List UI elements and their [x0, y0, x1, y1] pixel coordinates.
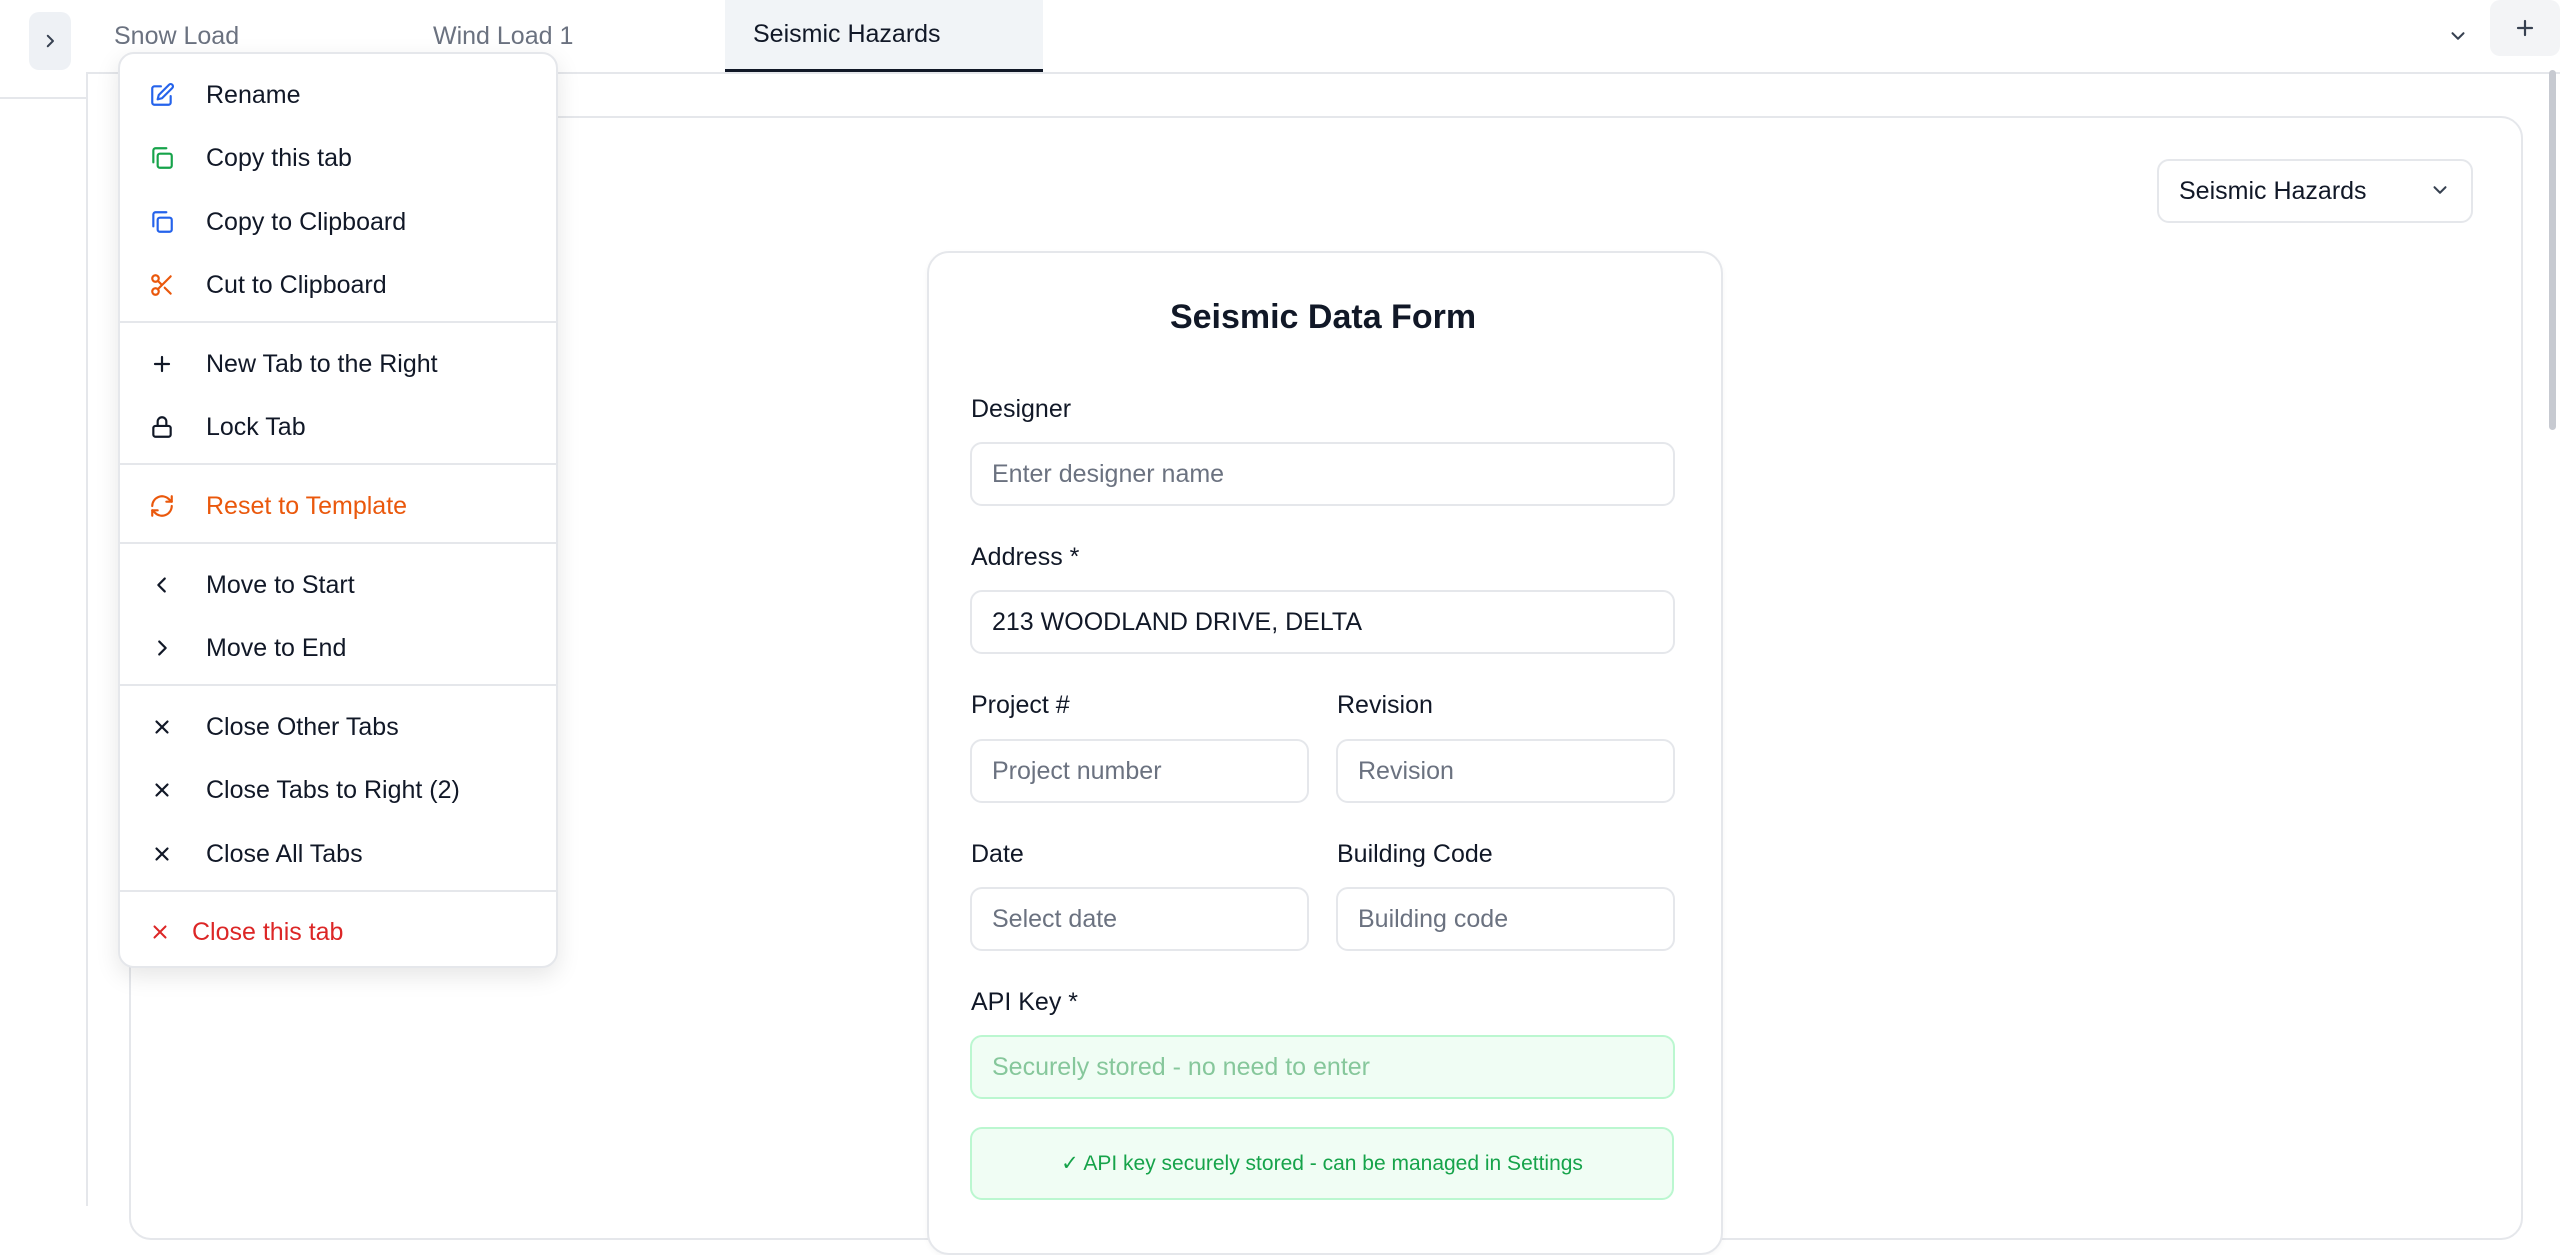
api-key-input[interactable]: Securely stored - no need to enter [970, 1035, 1675, 1099]
building-code-label: Building Code [1337, 840, 1493, 868]
api-key-placeholder: Securely stored - no need to enter [992, 1052, 1371, 1081]
add-tab-button[interactable] [2490, 0, 2560, 56]
project-number-label: Project # [971, 691, 1070, 719]
tab-context-menu: Rename Copy this tab Copy to Clipboard C… [118, 52, 558, 968]
plus-icon [148, 350, 176, 378]
refresh-icon [148, 492, 176, 520]
date-picker[interactable]: Select date [970, 887, 1309, 951]
menu-item-close-all-tabs[interactable]: Close All Tabs [120, 825, 556, 883]
revision-label: Revision [1337, 691, 1433, 719]
tab-label: Seismic Hazards [753, 20, 941, 48]
menu-item-label: Close this tab [192, 917, 344, 946]
menu-divider [120, 684, 556, 686]
menu-divider [120, 463, 556, 465]
tabs-overflow-button[interactable] [2440, 18, 2476, 54]
menu-item-move-end[interactable]: Move to End [120, 619, 556, 677]
designer-input[interactable]: Enter designer name [970, 442, 1675, 506]
chevron-down-icon [2447, 25, 2469, 47]
menu-item-label: Copy to Clipboard [206, 207, 407, 236]
menu-item-move-start[interactable]: Move to Start [120, 556, 556, 614]
building-code-placeholder: Building code [1358, 904, 1509, 933]
project-number-input[interactable]: Project number [970, 739, 1309, 803]
x-icon [148, 776, 176, 804]
plus-icon [2513, 16, 2537, 40]
date-label: Date [971, 840, 1024, 868]
menu-divider [120, 890, 556, 892]
menu-item-lock-tab[interactable]: Lock Tab [120, 398, 556, 456]
menu-item-label: Close Other Tabs [206, 712, 399, 741]
chevron-down-icon [2429, 179, 2451, 201]
menu-item-close-tabs-right[interactable]: Close Tabs to Right (2) [120, 761, 556, 819]
copy-icon [148, 208, 176, 236]
left-rail [0, 0, 88, 1206]
designer-label: Designer [971, 395, 1072, 423]
building-code-input[interactable]: Building code [1336, 887, 1675, 951]
menu-item-rename[interactable]: Rename [120, 66, 556, 124]
menu-item-copy-tab[interactable]: Copy this tab [120, 129, 556, 187]
lock-icon [148, 413, 176, 441]
project-number-placeholder: Project number [992, 756, 1162, 785]
menu-item-label: New Tab to the Right [206, 349, 438, 378]
copy-icon [148, 144, 176, 172]
rail-divider [0, 97, 86, 99]
menu-item-label: Close Tabs to Right (2) [206, 775, 460, 804]
x-icon [146, 918, 174, 946]
menu-divider [120, 542, 556, 544]
chevron-right-icon [41, 32, 59, 50]
expand-sidebar-button[interactable] [29, 12, 71, 70]
api-key-status-text: ✓ API key securely stored - can be manag… [1061, 1152, 1583, 1175]
menu-item-label: Move to Start [206, 570, 355, 599]
designer-placeholder: Enter designer name [992, 459, 1225, 488]
menu-item-new-tab-right[interactable]: New Tab to the Right [120, 335, 556, 393]
chevron-left-icon [148, 571, 176, 599]
tab-label: Wind Load 1 [433, 21, 574, 50]
pencil-square-icon [148, 81, 176, 109]
chevron-right-icon [148, 634, 176, 662]
x-icon [148, 713, 176, 741]
menu-item-label: Copy this tab [206, 143, 352, 172]
api-key-label: API Key * [971, 988, 1078, 1016]
menu-item-label: Rename [206, 80, 301, 109]
menu-item-close-other-tabs[interactable]: Close Other Tabs [120, 698, 556, 756]
revision-input[interactable]: Revision [1336, 739, 1675, 803]
date-placeholder: Select date [992, 904, 1118, 933]
api-key-status-notice: ✓ API key securely stored - can be manag… [970, 1127, 1674, 1200]
template-selector[interactable]: Seismic Hazards [2157, 159, 2473, 223]
selector-value: Seismic Hazards [2179, 176, 2367, 205]
form-title: Seismic Data Form [1169, 298, 1477, 336]
menu-item-label: Move to End [206, 633, 347, 662]
menu-item-copy-clipboard[interactable]: Copy to Clipboard [120, 193, 556, 251]
scissors-icon [148, 271, 176, 299]
address-label: Address * [971, 543, 1080, 571]
revision-placeholder: Revision [1358, 756, 1454, 785]
menu-item-label: Close All Tabs [206, 839, 363, 868]
tab-label: Snow Load [114, 21, 240, 50]
menu-item-cut-clipboard[interactable]: Cut to Clipboard [120, 256, 556, 314]
scrollbar-thumb[interactable] [2549, 70, 2556, 430]
address-value: 213 WOODLAND DRIVE, DELTA [992, 607, 1362, 636]
menu-item-label: Lock Tab [206, 412, 306, 441]
menu-divider [120, 321, 556, 323]
menu-item-label: Reset to Template [206, 491, 408, 520]
menu-item-reset-template[interactable]: Reset to Template [120, 477, 556, 535]
menu-item-label: Cut to Clipboard [206, 270, 387, 299]
tab-seismic-hazards[interactable]: Seismic Hazards [725, 0, 1043, 72]
x-icon [148, 840, 176, 868]
address-input[interactable]: 213 WOODLAND DRIVE, DELTA [970, 590, 1675, 654]
menu-item-close-this-tab[interactable]: Close this tab [120, 903, 556, 961]
